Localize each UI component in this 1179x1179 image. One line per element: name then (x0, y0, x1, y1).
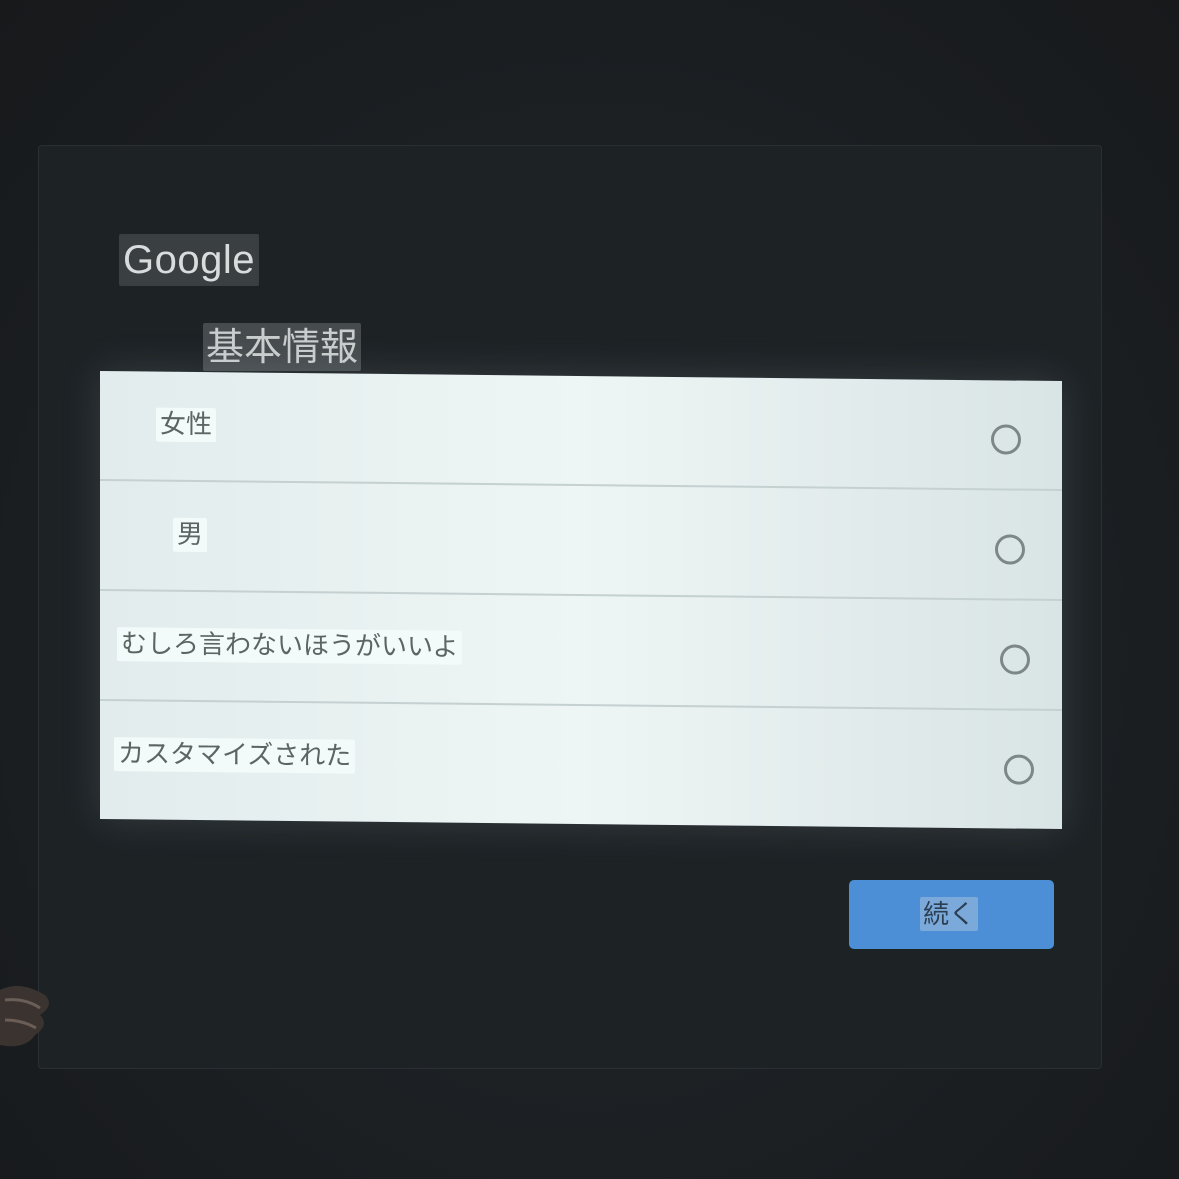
gender-option-custom[interactable]: カスタマイズされた (100, 701, 1062, 821)
gender-option-prefer-not-to-say[interactable]: むしろ言わないほうがいいよ (100, 590, 1062, 712)
continue-button-label: 続く (920, 897, 979, 931)
continue-button[interactable]: 続く (849, 880, 1054, 949)
radio-male[interactable] (995, 534, 1025, 565)
gender-options-list: 女性 男 むしろ言わないほうがいいよ カスタマイズされた (100, 370, 1062, 830)
gender-option-male[interactable]: 男 (100, 480, 1062, 602)
google-logo: Google (119, 234, 259, 286)
option-label: 女性 (156, 407, 217, 443)
hand-icon (0, 986, 49, 1047)
option-label: むしろ言わないほうがいいよ (117, 627, 463, 665)
radio-custom[interactable] (1004, 754, 1034, 785)
radio-prefer-not-to-say[interactable] (1000, 644, 1030, 675)
radio-female[interactable] (991, 424, 1021, 455)
page-title: 基本情報 (203, 323, 362, 371)
option-label: カスタマイズされた (114, 737, 356, 774)
gender-option-female[interactable]: 女性 (100, 370, 1062, 492)
option-label: 男 (173, 517, 208, 553)
screen: Google 基本情報 女性 男 むしろ言わないほうがいいよ カスタマイズされた… (0, 0, 1179, 1179)
